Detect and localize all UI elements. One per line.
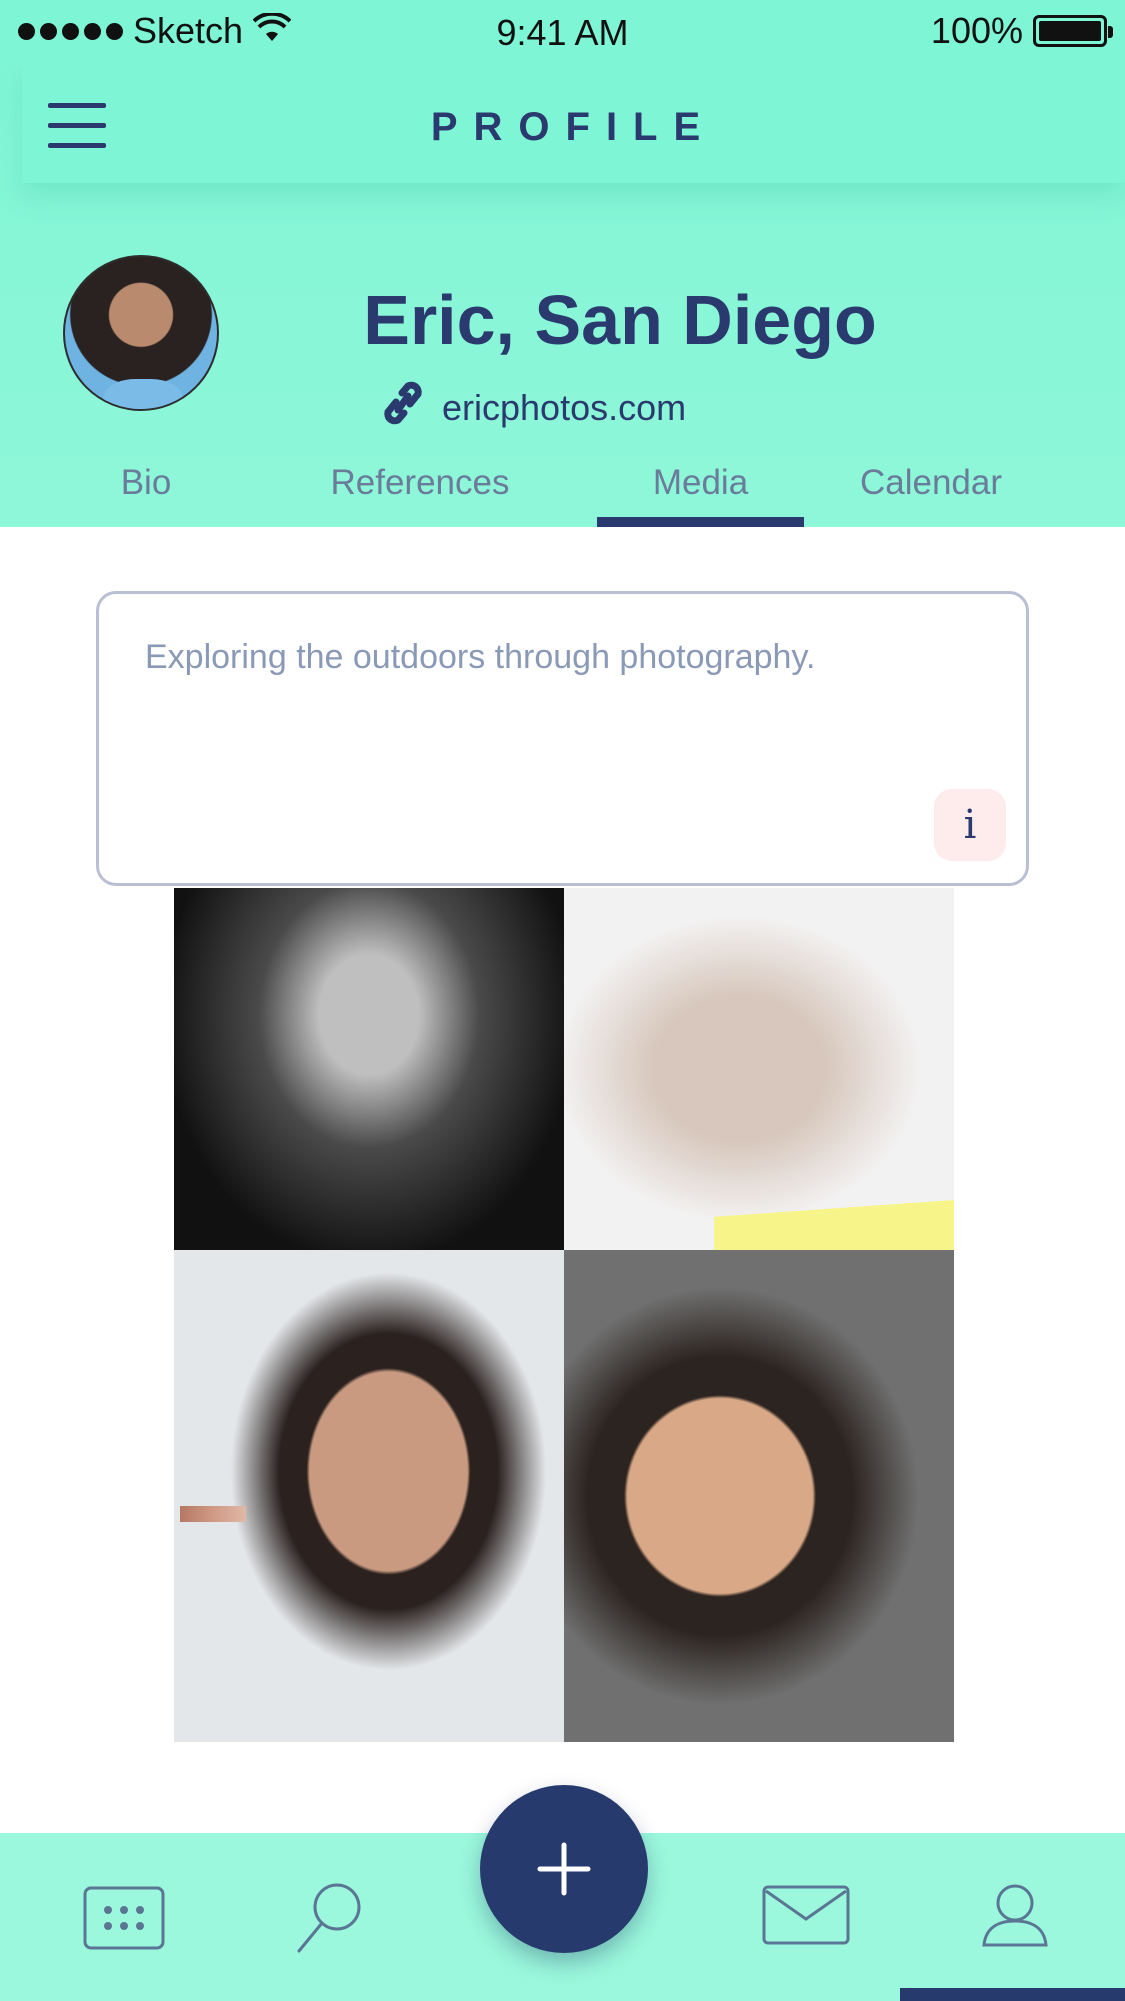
- media-photo-freckles-overlay[interactable]: [174, 1250, 564, 1742]
- tab-calendar[interactable]: Calendar: [846, 463, 1016, 527]
- website-link[interactable]: ericphotos.com: [378, 380, 686, 435]
- media-grid: [174, 888, 954, 1742]
- navbar: PROFILE: [22, 65, 1125, 183]
- profile-tabs: Bio References Media Calendar: [0, 463, 1125, 527]
- avatar[interactable]: [63, 255, 219, 411]
- media-photo-sketch-overlay[interactable]: [564, 888, 954, 1250]
- status-bar: Sketch 9:41 AM 100%: [0, 0, 1125, 65]
- battery-percent: 100%: [930, 10, 1023, 51]
- website-label: ericphotos.com: [442, 386, 687, 428]
- active-tab-indicator: [900, 1988, 1125, 2001]
- media-photo-lip-overlay[interactable]: [564, 1250, 954, 1742]
- bio-text-box[interactable]: Exploring the outdoors through photograp…: [96, 591, 1029, 886]
- tab-bio[interactable]: Bio: [88, 463, 204, 527]
- tab-media[interactable]: Media: [597, 463, 804, 527]
- search-icon[interactable]: [295, 1877, 365, 1957]
- page-title: PROFILE: [430, 105, 717, 149]
- media-photo-bw-profile[interactable]: [174, 888, 564, 1250]
- add-button[interactable]: [480, 1785, 648, 1953]
- mail-icon[interactable]: [762, 1885, 850, 1945]
- battery-icon: [1033, 15, 1113, 47]
- profile-icon[interactable]: [980, 1881, 1050, 1949]
- color-swatch: [180, 1506, 246, 1522]
- profile-header: PROFILE Eric, San Diego ericphotos.com B…: [0, 0, 1125, 527]
- profile-name: Eric, San Diego: [363, 281, 877, 359]
- tab-references[interactable]: References: [320, 463, 520, 527]
- link-icon: [378, 380, 428, 435]
- info-button[interactable]: i: [934, 789, 1006, 861]
- calendar-icon[interactable]: [83, 1886, 165, 1950]
- add-icon: [537, 1842, 591, 1896]
- bio-text: Exploring the outdoors through photograp…: [145, 638, 816, 676]
